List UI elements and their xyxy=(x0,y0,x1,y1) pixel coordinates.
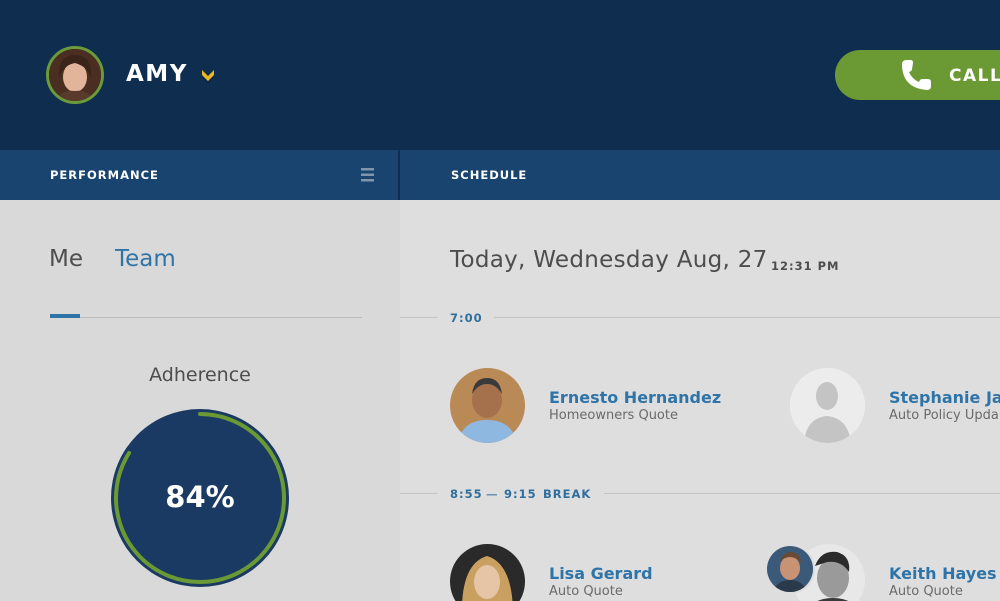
stephanie-photo[interactable] xyxy=(790,368,865,443)
user-avatar[interactable] xyxy=(46,46,104,104)
appointment-name[interactable]: Keith Hayes xyxy=(889,564,997,583)
person-placeholder-icon xyxy=(790,368,865,443)
tab-divider xyxy=(50,317,362,318)
appointment-name[interactable]: Ernesto Hernandez xyxy=(549,388,721,407)
current-time: 12:31 PM xyxy=(771,259,840,273)
break-dash: — xyxy=(486,487,499,501)
performance-title: PERFORMANCE xyxy=(50,168,159,182)
phone-icon[interactable] xyxy=(898,58,940,92)
menu-icon[interactable] xyxy=(361,167,374,183)
appointment-name[interactable]: Stephanie Jac xyxy=(889,388,1000,407)
schedule-date: Today, Wednesday Aug, 27 xyxy=(450,247,768,273)
break-start: 8:55 xyxy=(450,487,483,501)
slot-time: 7:00 xyxy=(450,311,483,325)
appointment-type: Homeowners Quote xyxy=(549,408,678,423)
tab-me[interactable]: Me xyxy=(49,246,83,272)
ernesto-photo[interactable] xyxy=(450,368,525,443)
appointment-type: Auto Quote xyxy=(889,584,963,599)
slot-line xyxy=(604,493,1000,494)
appointment-type: Auto Quote xyxy=(549,584,623,599)
appointment-name[interactable]: Lisa Gerard xyxy=(549,564,653,583)
slot-line xyxy=(494,317,1000,318)
schedule-title: SCHEDULE xyxy=(451,168,528,182)
slot-line xyxy=(400,317,438,318)
appointment-type: Auto Policy Upda xyxy=(889,408,999,423)
keith-photo-front[interactable] xyxy=(765,544,815,594)
user-name[interactable]: AMY xyxy=(126,61,188,87)
adherence-title: Adherence xyxy=(149,364,251,386)
tab-team[interactable]: Team xyxy=(115,246,176,272)
chevron-down-icon[interactable] xyxy=(199,67,217,85)
break-label: BREAK xyxy=(543,487,592,501)
break-end: 9:15 xyxy=(504,487,537,501)
call-button-label[interactable]: CALL xyxy=(949,66,1000,86)
adherence-value: 84% xyxy=(165,480,235,514)
tab-active-indicator xyxy=(50,314,80,318)
slot-line xyxy=(400,493,438,494)
